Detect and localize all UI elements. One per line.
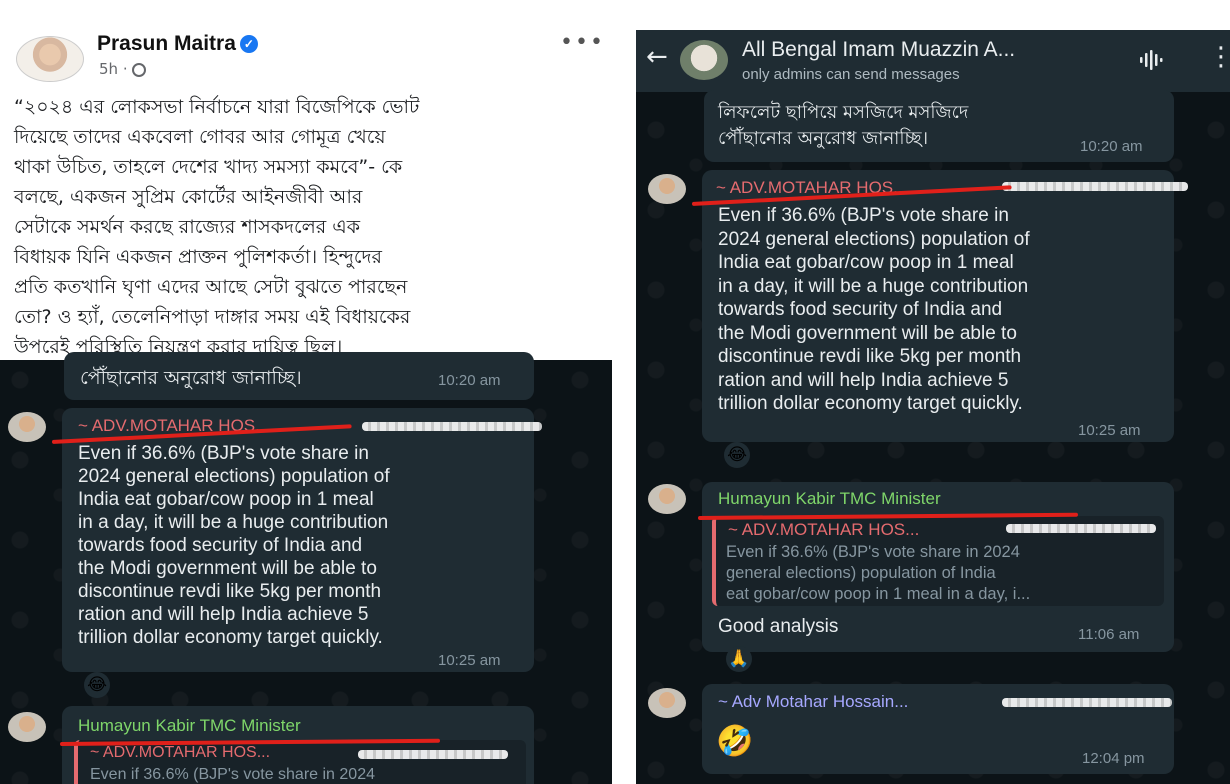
message-line: Even if 36.6% (BJP's vote share in <box>78 443 369 464</box>
message-time: 10:25 am <box>1078 422 1141 439</box>
sender-name[interactable]: ~ Adv Motahar Hossain... <box>718 692 908 712</box>
redaction-scribble <box>362 422 542 431</box>
message-line: towards food security of India and <box>718 299 1003 320</box>
post-line: দিয়েছে তাদের একবেলা গোবর আর গোমূত্র খেয… <box>14 126 386 148</box>
redaction-scribble <box>1002 698 1172 707</box>
reaction-laugh-icon[interactable]: 😂 <box>724 442 750 468</box>
message-line: discontinue revdi like 5kg per month <box>78 581 382 602</box>
sender-avatar[interactable] <box>648 688 686 718</box>
message-line: 2024 general elections) population of <box>78 466 390 487</box>
rofl-emoji-icon: 🤣 <box>716 725 754 758</box>
post-line: বলছে, একজন সুপ্রিম কোর্টের আইনজীবী আর <box>14 186 363 208</box>
redaction-scribble <box>358 750 508 759</box>
author-name-text[interactable]: Prasun Maitra <box>97 32 236 55</box>
post-line: সেটাকে সমর্থন করছে রাজ্যের শাসকদলের এক <box>14 216 361 238</box>
sender-avatar[interactable] <box>8 712 46 742</box>
author-name[interactable]: Prasun Maitra ✓ <box>97 32 258 56</box>
verified-badge-icon: ✓ <box>239 35 258 53</box>
post-line: থাকা উচিত, তাহলে দেশের খাদ্য সমস্যা কমবে… <box>14 156 403 178</box>
post-line: বিধায়ক যিনি একজন প্রাক্তন পুলিশকর্তা। হ… <box>14 246 382 268</box>
message-line: trillion dollar economy target quickly. <box>718 393 1023 414</box>
message-time: 10:20 am <box>1080 138 1143 155</box>
message-line: the Modi government will be able to <box>78 558 377 579</box>
message-line: in a day, it will be a huge contribution <box>718 275 1029 297</box>
message-line: India eat gobar/cow poop in 1 meal <box>718 252 1014 273</box>
quoted-line: eat gobar/cow poop in 1 meal in a day, i… <box>726 585 1031 603</box>
embedded-chat-screenshot: পৌঁছানোর অনুরোধ জানাচ্ছি। 10:20 am ~ ADV… <box>0 352 612 784</box>
sender-avatar[interactable] <box>648 484 686 514</box>
message-bubble[interactable]: ~ ADV.MOTAHAR HOS... Even if 36.6% (BJP'… <box>702 170 1188 442</box>
previous-message-bubble[interactable]: পৌঁছানোর অনুরোধ জানাচ্ছি। 10:20 am <box>64 352 534 400</box>
redaction-scribble <box>1002 182 1188 191</box>
reaction-laugh-icon[interactable]: 😂 <box>84 672 110 698</box>
message-time: 11:06 am <box>1078 626 1140 643</box>
post-time-text[interactable]: 5h · <box>99 60 128 78</box>
quoted-message[interactable]: ~ ADV.MOTAHAR HOS... Even if 36.6% (BJP'… <box>712 516 1164 606</box>
group-avatar[interactable] <box>680 40 728 80</box>
quoted-sender: ~ ADV.MOTAHAR HOS... <box>90 744 271 761</box>
message-line: the Modi government will be able to <box>718 322 1017 344</box>
quoted-sender: ~ ADV.MOTAHAR HOS... <box>728 520 920 539</box>
quoted-line: general elections) population of India <box>726 564 996 582</box>
group-name[interactable]: All Bengal Imam Muazzin A... <box>742 38 1015 62</box>
message-line: India eat gobar/cow poop in 1 meal <box>78 489 374 510</box>
globe-icon <box>131 63 146 77</box>
sender-name[interactable]: Humayun Kabir TMC Minister <box>718 489 941 509</box>
message-line: পৌঁছানোর অনুরোধ জানাচ্ছি। <box>718 128 929 149</box>
quoted-line: Even if 36.6% (BJP's vote share in 2024 <box>726 543 1020 561</box>
sender-avatar[interactable] <box>8 412 46 442</box>
redaction-scribble <box>1006 524 1156 533</box>
menu-icon[interactable]: ⋮ <box>1208 42 1230 72</box>
message-bubble[interactable]: Humayun Kabir TMC Minister ~ ADV.MOTAHAR… <box>702 482 1174 652</box>
message-bubble[interactable]: ~ Adv Motahar Hossain... 🤣 12:04 pm <box>702 684 1174 774</box>
message-line: in a day, it will be a huge contribution <box>78 512 389 533</box>
message-line: ration and will help India achieve 5 <box>718 369 1009 391</box>
post-line: প্রতি কতখানি ঘৃণা এদের আছে সেটা বুঝতে পা… <box>14 276 408 298</box>
post-line: তো? ও হ্যাঁ, তেলেনিপাড়া দাঙ্গার সময় এই… <box>14 306 411 328</box>
message-text: পৌঁছানোর অনুরোধ জানাচ্ছি। <box>80 367 302 389</box>
quoted-message[interactable]: ~ ADV.MOTAHAR HOS... Even if 36.6% (BJP'… <box>74 740 526 784</box>
message-line: 2024 general elections) population of <box>718 228 1030 250</box>
message-time: 12:04 pm <box>1082 750 1145 767</box>
post-timestamp[interactable]: 5h · <box>99 60 146 78</box>
more-options-icon[interactable]: ••• <box>560 30 605 55</box>
message-time: 10:25 am <box>438 652 501 669</box>
reaction-pray-icon[interactable]: 🙏 <box>726 646 752 672</box>
message-text: লিফলেট ছাপিয়ে মসজিদে মসজিদে পৌঁছানোর অন… <box>718 100 968 152</box>
message-line: discontinue revdi like 5kg per month <box>718 346 1022 367</box>
audio-call-icon[interactable] <box>1138 48 1164 72</box>
sender-name[interactable]: Humayun Kabir TMC Minister <box>78 716 301 736</box>
facebook-post-panel: Prasun Maitra ✓ 5h · ••• “২০২৪ এর লোকসভা … <box>0 0 612 784</box>
author-avatar[interactable] <box>16 36 84 82</box>
sender-avatar[interactable] <box>648 174 686 204</box>
post-line: “২০২৪ এর লোকসভা নির্বাচনে যারা বিজেপিকে … <box>14 96 420 118</box>
previous-message-bubble[interactable]: লিফলেট ছাপিয়ে মসজিদে মসজিদে পৌঁছানোর অন… <box>704 90 1174 162</box>
message-line: ration and will help India achieve 5 <box>78 604 369 625</box>
post-text: “২০২৪ এর লোকসভা নির্বাচনে যারা বিজেপিকে … <box>14 92 602 362</box>
message-bubble[interactable]: ~ ADV.MOTAHAR HOS... Even if 36.6% (BJP'… <box>62 408 542 672</box>
chat-header: ← All Bengal Imam Muazzin A... only admi… <box>636 30 1230 92</box>
message-text: Even if 36.6% (BJP's vote share in 2024 … <box>718 204 1030 416</box>
message-line: লিফলেট ছাপিয়ে মসজিদে মসজিদে <box>718 102 969 123</box>
message-text: Good analysis <box>718 616 839 637</box>
message-line: Even if 36.6% (BJP's vote share in <box>718 205 1009 226</box>
message-text: Even if 36.6% (BJP's vote share in 2024 … <box>78 442 390 649</box>
quoted-text: Even if 36.6% (BJP's vote share in 2024 … <box>726 542 1030 605</box>
message-line: trillion dollar economy target quickly. <box>78 627 383 648</box>
whatsapp-group-screenshot: ← All Bengal Imam Muazzin A... only admi… <box>636 30 1230 784</box>
message-line: towards food security of India and <box>78 535 363 556</box>
group-subtitle: only admins can send messages <box>742 66 960 83</box>
quoted-text: Even if 36.6% (BJP's vote share in 2024 <box>90 766 375 783</box>
message-time: 10:20 am <box>438 372 501 389</box>
back-arrow-icon[interactable]: ← <box>646 42 668 72</box>
